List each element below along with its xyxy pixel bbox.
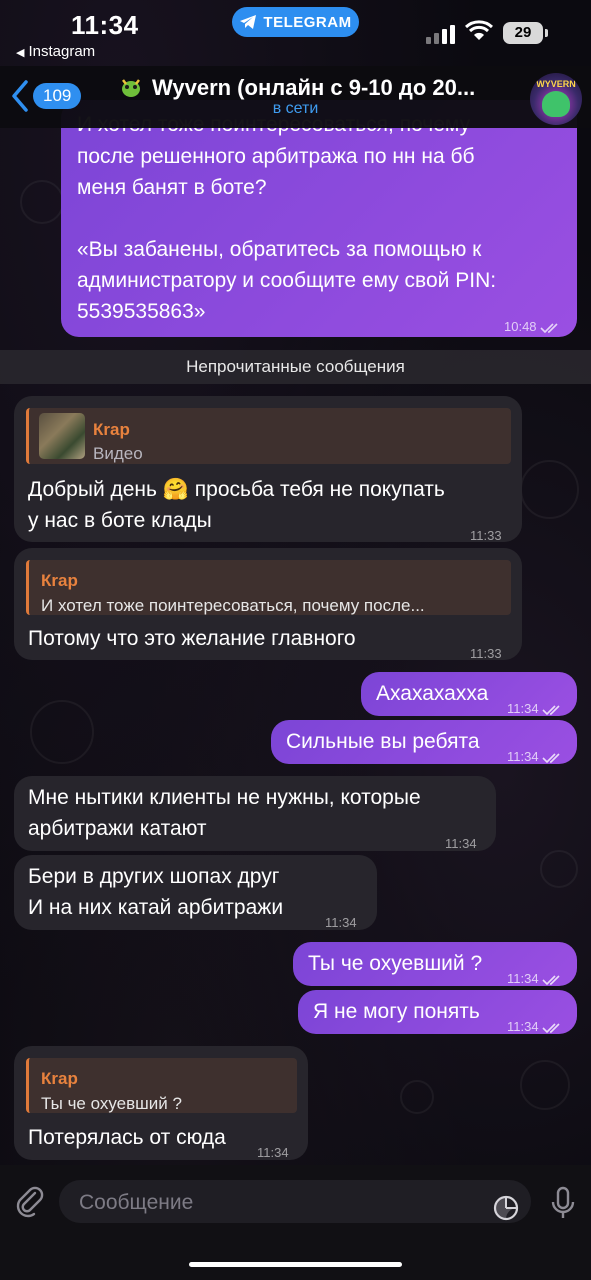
clock: 11:34: [71, 10, 139, 40]
message-text-line: «Вы забанены, обратитесь за помощью к: [77, 238, 482, 261]
battery-indicator: 29: [503, 22, 543, 44]
message-time: 11:33: [470, 528, 502, 543]
avatar-dragon-image: [542, 91, 570, 117]
reply-quote[interactable]: Кrap И хотел тоже поинтересоваться, поче…: [26, 560, 511, 615]
message-text: Ты че охуевший ?: [308, 952, 483, 975]
reply-preview: Видео: [93, 444, 143, 463]
microphone-icon[interactable]: [550, 1186, 576, 1222]
message-text-line: И на них катай арбитражи: [28, 896, 284, 919]
chat-title-text: Wyvern (онлайн с 9-10 до 20...: [152, 75, 476, 100]
dragon-emoji-icon: [122, 79, 140, 97]
message-outgoing[interactable]: Ахахахахха 11:34: [361, 672, 577, 716]
read-checkmarks-icon: [542, 753, 560, 764]
reply-quote[interactable]: Кrap Видео: [26, 408, 511, 464]
read-checkmarks-icon: [542, 975, 560, 986]
message-outgoing[interactable]: Сильные вы ребята 11:34: [271, 720, 577, 764]
sticker-icon[interactable]: [492, 1194, 520, 1222]
back-to-app-link[interactable]: ◀ Instagram: [16, 43, 95, 60]
message-text: Сильные вы ребята: [286, 730, 480, 753]
message-text: Ахахахахха: [376, 682, 489, 705]
read-checkmarks-icon: [542, 705, 560, 716]
message-incoming[interactable]: Бери в других шопах друг И на них катай …: [14, 855, 377, 930]
message-text-line: Мне нытики клиенты не нужны, которые: [28, 786, 421, 809]
status-bar: 11:34 ◀ Instagram TELEGRAM 29: [0, 0, 591, 66]
message-text-line: Добрый день 🤗 просьба тебя не покупать: [28, 478, 445, 501]
telegram-pill[interactable]: TELEGRAM: [232, 7, 359, 37]
message-incoming[interactable]: Мне нытики клиенты не нужны, которые арб…: [14, 776, 496, 851]
video-thumbnail: [39, 413, 85, 459]
message-input-field[interactable]: [59, 1180, 531, 1225]
unread-messages-divider: Непрочитанные сообщения: [0, 350, 591, 384]
message-time: 11:34: [325, 915, 357, 930]
message-time: 11:34: [445, 836, 477, 851]
battery-tip: [545, 29, 548, 37]
pill-label: TELEGRAM: [263, 13, 352, 31]
message-text-line: Бери в других шопах друг: [28, 865, 280, 888]
message-time: 11:34: [507, 1019, 539, 1034]
avatar-logo-text: WYVERN: [536, 79, 576, 89]
message-time: 11:34: [257, 1145, 289, 1160]
message-meta: 11:34: [507, 741, 564, 772]
message-incoming[interactable]: Кrap И хотел тоже поинтересоваться, поче…: [14, 548, 522, 661]
message-text-line: 5539535863»: [77, 300, 206, 323]
message-incoming[interactable]: Кrap Видео Добрый день 🤗 просьба тебя не…: [14, 396, 522, 543]
back-app-label: Instagram: [28, 43, 96, 60]
chat-title[interactable]: Wyvern (онлайн с 9-10 до 20...: [118, 74, 518, 101]
reply-quote[interactable]: Кrap Ты че охуевший ?: [26, 1058, 297, 1113]
reply-preview: И хотел тоже поинтересоваться, почему по…: [41, 596, 425, 615]
message-meta: 11:34: [507, 1011, 564, 1042]
telegram-plane-icon: [240, 15, 257, 29]
reply-preview: Ты че охуевший ?: [41, 1094, 182, 1113]
message-text: Я не могу понять: [313, 1000, 480, 1023]
message-time: 10:48: [504, 319, 537, 334]
message-input[interactable]: [77, 1180, 481, 1225]
message-time: 11:34: [507, 971, 539, 986]
read-checkmarks-icon: [539, 323, 558, 334]
message-text-line: арбитражи катают: [28, 817, 207, 840]
message-outgoing[interactable]: И хотел тоже поинтересоваться, почему по…: [61, 100, 577, 337]
message-meta: 10:48: [504, 311, 562, 342]
paperclip-icon[interactable]: [13, 1184, 47, 1218]
message-text-line: меня банят в боте?: [77, 176, 267, 199]
message-text-line: после решенного арбитража по нн на бб: [77, 145, 475, 168]
message-time: 11:34: [507, 749, 539, 764]
chat-header: 109 Wyvern (онлайн с 9-10 до 20... в сет…: [0, 66, 591, 128]
message-text-line: Потерялась от сюда: [28, 1126, 226, 1149]
read-checkmarks-icon: [542, 1023, 560, 1034]
message-text-line: у нас в боте клады: [28, 509, 212, 532]
message-outgoing[interactable]: Я не могу понять 11:34: [298, 990, 577, 1034]
online-status: в сети: [272, 100, 319, 117]
chat-avatar[interactable]: WYVERN: [530, 73, 582, 125]
message-outgoing[interactable]: Ты че охуевший ? 11:34: [293, 942, 577, 986]
message-text-line: Потому что это желание главного: [28, 627, 356, 650]
message-text-line: администратору и сообщите ему свой PIN:: [77, 269, 497, 292]
home-indicator: [189, 1262, 402, 1267]
message-time: 11:33: [470, 646, 502, 661]
cellular-signal-icon: [426, 24, 458, 44]
wifi-icon: [465, 20, 493, 40]
back-triangle-icon: ◀: [16, 47, 25, 59]
message-time: 11:34: [507, 701, 539, 716]
message-incoming[interactable]: Кrap Ты че охуевший ? Потерялась от сюда…: [14, 1046, 308, 1160]
